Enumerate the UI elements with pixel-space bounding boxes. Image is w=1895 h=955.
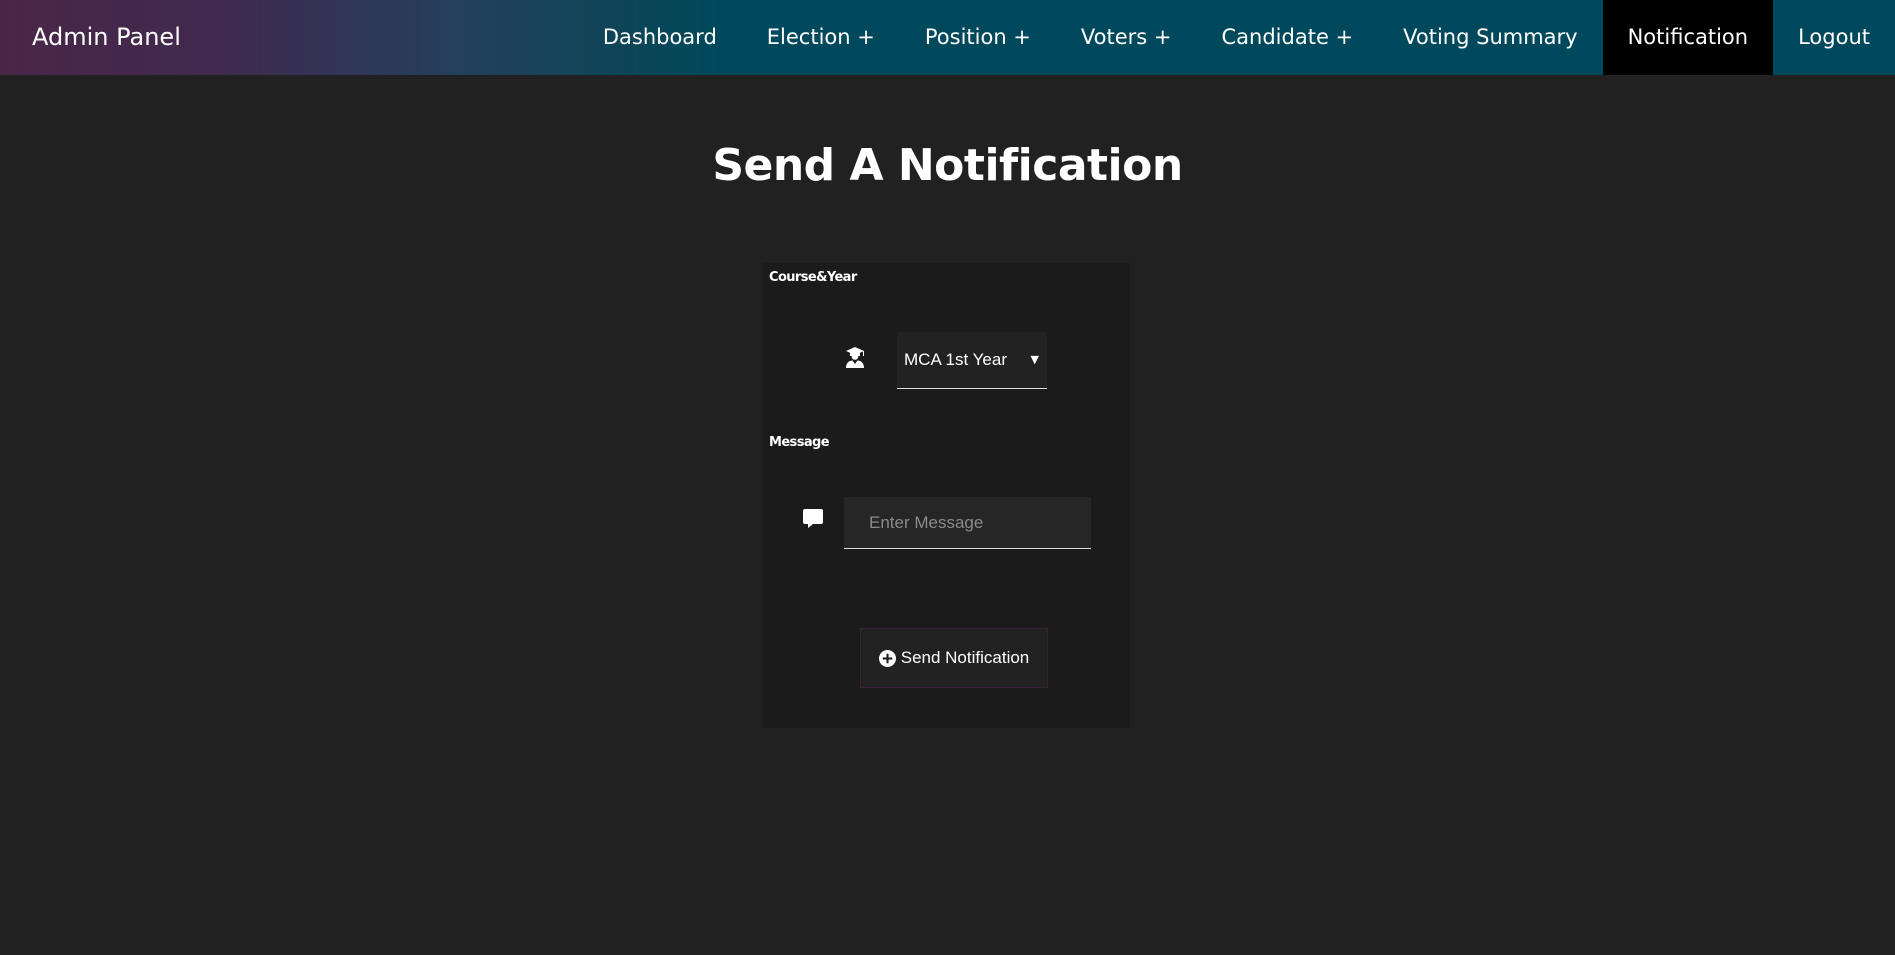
send-notification-button[interactable]: Send Notification — [860, 628, 1048, 688]
message-input[interactable] — [844, 497, 1091, 549]
nav-item-election[interactable]: Election + — [742, 0, 900, 75]
notification-form: Course&Year MCA 1st Year ▼ Message Enter… — [763, 263, 1130, 728]
nav-item-position[interactable]: Position + — [900, 0, 1056, 75]
nav-item-voting-summary[interactable]: Voting Summary — [1378, 0, 1602, 75]
course-year-selected-value: MCA 1st Year — [904, 350, 1008, 369]
nav-item-notification[interactable]: Notification — [1602, 0, 1774, 75]
nav-item-dashboard[interactable]: Dashboard — [578, 0, 742, 75]
send-notification-label: Send Notification — [900, 648, 1030, 667]
course-year-label: Course&Year — [769, 270, 857, 285]
top-navbar: Admin Panel Dashboard Election + Positio… — [0, 0, 1895, 75]
nav-item-voters[interactable]: Voters + — [1056, 0, 1197, 75]
brand-title[interactable]: Admin Panel — [32, 0, 181, 75]
dropdown-arrow-icon: ▼ — [1030, 353, 1039, 366]
nav-item-logout[interactable]: Logout — [1773, 0, 1895, 75]
message-label: Message — [769, 435, 830, 450]
nav-links: Dashboard Election + Position + Voters +… — [578, 0, 1895, 75]
plus-circle-icon — [878, 649, 896, 667]
comment-icon — [801, 507, 825, 531]
nav-item-candidate[interactable]: Candidate + — [1197, 0, 1379, 75]
graduate-icon — [843, 345, 867, 369]
page-title: Send A Notification — [712, 140, 1183, 191]
course-year-select[interactable]: MCA 1st Year ▼ — [897, 332, 1047, 389]
